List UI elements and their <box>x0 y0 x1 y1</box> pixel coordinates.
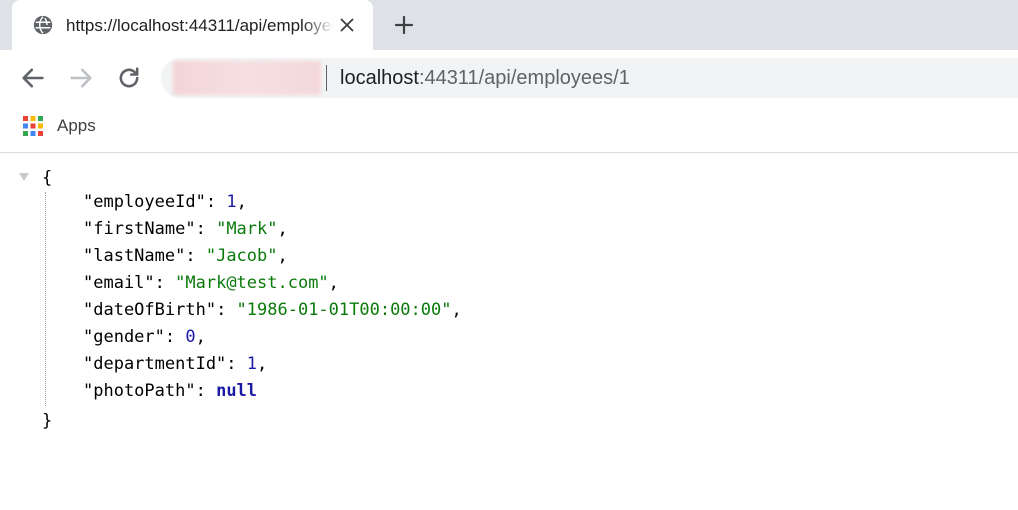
json-field-line: "firstName": "Mark", <box>83 219 288 239</box>
json-comma: , <box>236 192 247 212</box>
json-field-line: "departmentId": 1, <box>83 354 268 374</box>
json-value: "1986-01-01T00:00:00" <box>236 300 452 320</box>
reload-icon[interactable] <box>115 64 143 92</box>
json-comma: , <box>451 300 462 320</box>
globe-icon <box>33 15 53 35</box>
json-key: "gender" <box>83 327 165 347</box>
json-value: "Jacob" <box>205 246 278 266</box>
json-comma: , <box>277 219 288 239</box>
url-path: :44311/api/employees/1 <box>418 67 630 89</box>
json-key: "email" <box>83 273 155 293</box>
json-field-line: "dateOfBirth": "1986-01-01T00:00:00", <box>83 300 462 320</box>
tab-title: https://localhost:44311/api/employees/1 <box>66 16 334 35</box>
json-comma: , <box>195 327 206 347</box>
back-arrow-icon[interactable] <box>19 64 47 92</box>
json-field-line: "gender": 0, <box>83 327 206 347</box>
json-open-brace: { <box>42 168 53 188</box>
apps-grid-icon[interactable] <box>22 115 44 137</box>
collapse-triangle-icon[interactable] <box>18 172 30 182</box>
close-icon[interactable] <box>336 14 358 36</box>
json-key: "employeeId" <box>83 192 206 212</box>
json-field-line: "photoPath": null <box>83 381 258 401</box>
json-comma: , <box>257 354 268 374</box>
json-key: "dateOfBirth" <box>83 300 217 320</box>
json-key: "lastName" <box>83 246 186 266</box>
json-value: 1 <box>226 192 237 212</box>
json-comma: , <box>328 273 339 293</box>
json-field-line: "employeeId": 1, <box>83 192 247 212</box>
apps-label[interactable]: Apps <box>57 115 96 137</box>
browser-toolbar: localhost:44311/api/employees/1 <box>0 50 1018 106</box>
url-host: localhost <box>340 67 419 89</box>
json-close-brace: } <box>42 411 53 431</box>
json-indent-guide <box>45 192 46 406</box>
json-key: "firstName" <box>83 219 196 239</box>
tab-strip: https://localhost:44311/api/employees/1 <box>0 0 1018 50</box>
url-text[interactable]: localhost:44311/api/employees/1 <box>340 66 630 90</box>
json-field-line: "email": "Mark@test.com", <box>83 273 339 293</box>
json-field-line: "lastName": "Jacob", <box>83 246 288 266</box>
json-value: "Mark" <box>216 219 278 239</box>
json-value: "Mark@test.com" <box>175 273 329 293</box>
json-value: 0 <box>185 327 196 347</box>
address-bar[interactable]: localhost:44311/api/employees/1 <box>161 58 1018 98</box>
bookmarks-bar: Apps <box>0 106 1018 153</box>
redacted-region <box>173 61 321 95</box>
json-viewer: { "employeeId": 1, "firstName": "Mark", "l… <box>0 154 1018 510</box>
address-separator <box>326 65 327 91</box>
json-value: null <box>216 381 258 401</box>
browser-tab[interactable]: https://localhost:44311/api/employees/1 <box>12 0 373 50</box>
new-tab-plus-icon[interactable] <box>392 13 416 37</box>
json-comma: , <box>277 246 288 266</box>
forward-arrow-icon[interactable] <box>67 64 95 92</box>
json-key: "departmentId" <box>83 354 227 374</box>
json-value: 1 <box>246 354 258 374</box>
json-key: "photoPath" <box>83 381 196 401</box>
